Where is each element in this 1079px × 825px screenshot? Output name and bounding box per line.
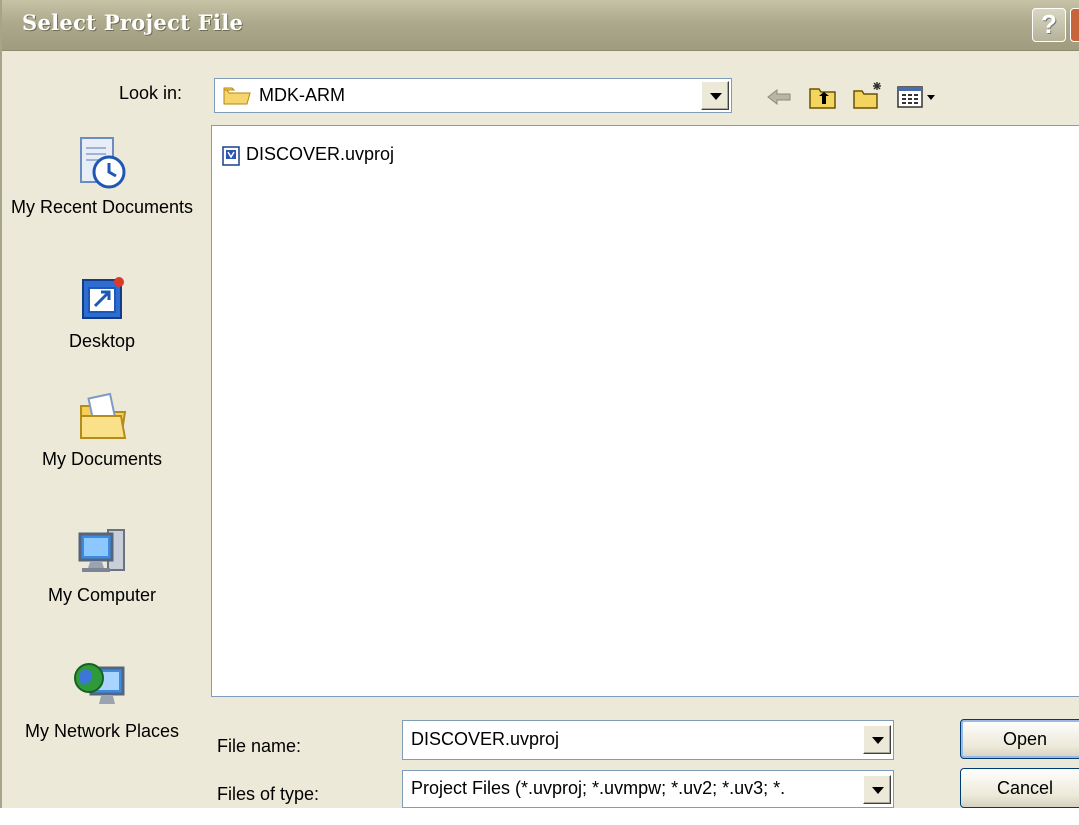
back-icon[interactable] <box>766 86 794 108</box>
look-in-label: Look in: <box>119 83 183 103</box>
place-desktop[interactable]: Desktop <box>2 274 202 352</box>
files-of-type-value: Project Files (*.uvproj; *.uvmpw; *.uv2;… <box>411 778 786 798</box>
file-list[interactable]: DISCOVER.uvproj <box>211 125 1079 697</box>
select-project-file-dialog: Select Project File ? Look in: MDK-ARM M… <box>0 0 1079 808</box>
place-my-computer[interactable]: My Computer <box>2 524 202 606</box>
look-in-dropdown[interactable]: MDK-ARM <box>214 78 732 113</box>
recent-documents-icon <box>80 137 126 189</box>
place-label: My Documents <box>41 449 163 469</box>
close-button[interactable] <box>1070 8 1079 42</box>
place-my-documents[interactable]: My Documents <box>2 388 202 470</box>
files-of-type-label: Files of type: <box>217 784 320 804</box>
place-label: My Recent Documents <box>10 197 194 217</box>
chevron-down-icon[interactable] <box>863 775 891 804</box>
place-label: My Network Places <box>24 721 180 741</box>
file-name-label: File name: <box>217 736 302 756</box>
help-button[interactable]: ? <box>1032 8 1066 42</box>
uvision-project-icon <box>222 146 240 166</box>
chevron-down-icon[interactable] <box>863 725 891 754</box>
look-in-value: MDK-ARM <box>259 85 345 105</box>
cancel-button[interactable]: Cancel <box>960 768 1079 808</box>
place-label: My Computer <box>47 585 157 605</box>
network-places-icon <box>74 663 125 704</box>
new-folder-icon[interactable] <box>852 80 884 110</box>
my-computer-icon <box>78 529 125 572</box>
open-button[interactable]: Open <box>960 719 1079 759</box>
chevron-down-icon[interactable] <box>701 81 729 110</box>
up-one-level-icon[interactable] <box>808 82 838 110</box>
folder-icon <box>223 87 251 105</box>
place-label: Desktop <box>68 331 136 351</box>
file-name-combobox[interactable]: DISCOVER.uvproj <box>402 720 894 760</box>
place-my-recent-documents[interactable]: My Recent Documents <box>2 134 202 218</box>
file-name-input[interactable]: DISCOVER.uvproj <box>411 729 851 750</box>
file-name: DISCOVER.uvproj <box>246 144 395 164</box>
title-bar[interactable]: Select Project File ? <box>2 0 1079 51</box>
place-my-network-places[interactable]: My Network Places <box>2 656 202 742</box>
views-menu-icon[interactable] <box>896 84 938 110</box>
my-documents-icon <box>80 392 127 439</box>
desktop-icon <box>82 277 124 319</box>
window-title: Select Project File <box>22 10 244 35</box>
places-bar: My Recent Documents Desktop My Documents <box>2 126 202 808</box>
files-of-type-select[interactable]: Project Files (*.uvproj; *.uvmpw; *.uv2;… <box>402 770 894 808</box>
